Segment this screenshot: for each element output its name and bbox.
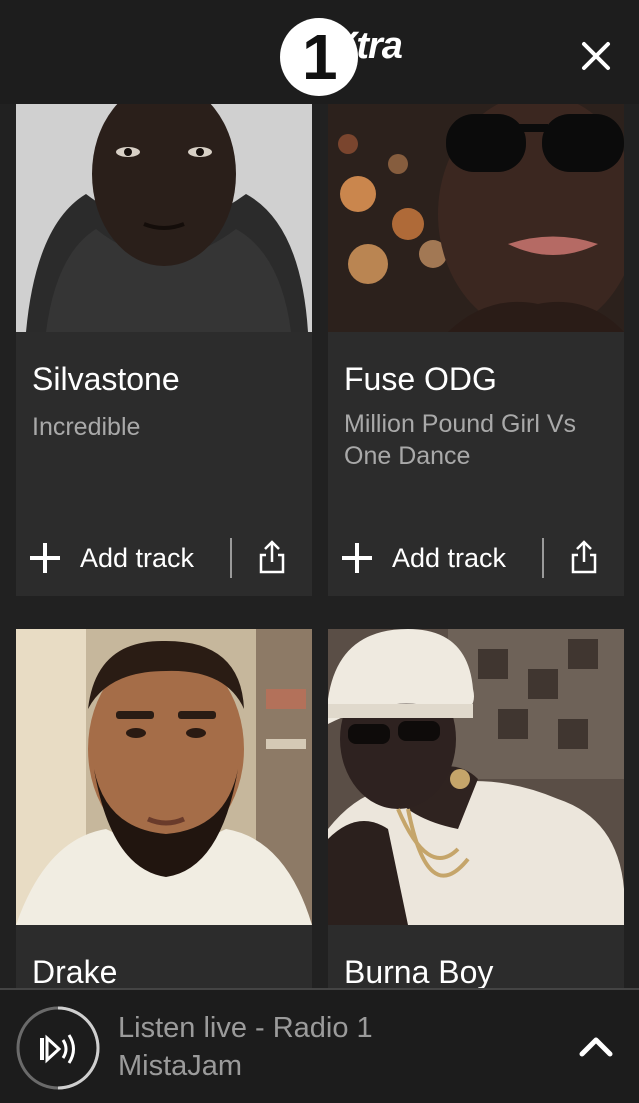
player-presenter-text: MistaJam	[118, 1050, 243, 1082]
share-icon	[259, 540, 285, 574]
add-track-button[interactable]: Add track	[30, 536, 194, 580]
add-track-label: Add track	[392, 542, 507, 573]
track-title: Million Pound Girl Vs One Dance	[344, 410, 577, 470]
expand-player-button[interactable]	[574, 1026, 618, 1066]
artist-name: Silvastone	[32, 361, 180, 397]
share-icon	[571, 540, 597, 574]
header-bar: 1 Xtra	[0, 0, 639, 104]
share-button[interactable]	[568, 538, 600, 578]
station-logo: 1 Xtra	[280, 18, 420, 96]
artist-photo	[328, 629, 624, 925]
player-station-text: Listen live - Radio 1	[118, 1012, 373, 1044]
artist-name: Fuse ODG	[344, 361, 497, 397]
track-card: Silvastone Incredible Add track	[16, 104, 312, 596]
plus-icon	[342, 543, 372, 573]
logo-text: Xtra	[332, 25, 403, 67]
logo-number: 1	[302, 21, 338, 93]
artist-photo	[16, 104, 312, 332]
mini-player[interactable]: Listen live - Radio 1 MistaJam	[0, 988, 639, 1103]
artist-photo	[328, 104, 624, 332]
app-screen: 1 Xtra Silvastone Incredible Add track F…	[0, 0, 639, 1103]
artist-photo	[16, 629, 312, 925]
track-title: Incredible	[32, 413, 141, 441]
chevron-up-icon	[579, 1037, 613, 1057]
live-stream-icon	[16, 1006, 100, 1090]
track-card: Fuse ODG Million Pound Girl Vs One Dance…	[328, 104, 624, 596]
share-button[interactable]	[256, 538, 288, 578]
live-play-button[interactable]	[14, 1004, 102, 1092]
close-button[interactable]	[572, 32, 620, 80]
artist-name: Drake	[32, 954, 118, 990]
divider	[542, 538, 544, 578]
divider	[230, 538, 232, 578]
artist-name: Burna Boy	[344, 954, 494, 990]
add-track-label: Add track	[80, 542, 195, 573]
add-track-button[interactable]: Add track	[342, 536, 506, 580]
close-icon	[582, 42, 610, 70]
plus-icon	[30, 543, 60, 573]
